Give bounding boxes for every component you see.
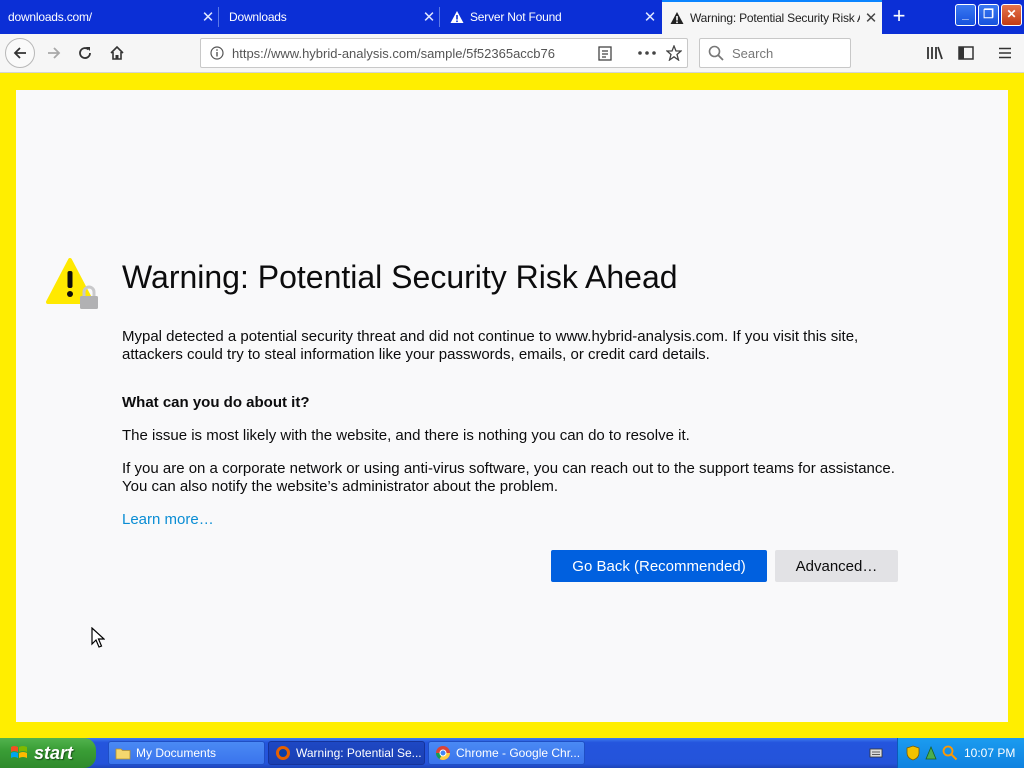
close-tab-icon[interactable]: ✕: [418, 8, 440, 26]
info-icon[interactable]: [210, 46, 224, 60]
task-label: Warning: Potential Se...: [296, 746, 422, 760]
taskbar-item-chrome[interactable]: Chrome - Google Chr...: [428, 741, 585, 765]
menu-button[interactable]: [991, 39, 1019, 67]
error-page: Warning: Potential Security Risk Ahead M…: [16, 90, 1008, 722]
reader-view-icon[interactable]: [598, 46, 612, 61]
tab-security-warning[interactable]: Warning: Potential Security Risk A ✕: [662, 0, 882, 34]
advanced-button[interactable]: Advanced…: [775, 550, 898, 582]
tab-separator: [439, 7, 440, 27]
task-label: My Documents: [136, 746, 217, 760]
warning-description: Mypal detected a potential security thre…: [122, 328, 859, 363]
network-icon[interactable]: [924, 745, 938, 761]
learn-more-link[interactable]: Learn more…: [122, 511, 214, 528]
sidebar-icon: [958, 46, 974, 60]
library-button[interactable]: [921, 39, 949, 67]
navigation-toolbar: https://www.hybrid-analysis.com/sample/5…: [0, 34, 1024, 73]
warning-icon: [670, 12, 684, 24]
reload-button[interactable]: [71, 39, 99, 67]
mouse-pointer-icon: [91, 627, 105, 648]
warning-lock-icon: [46, 258, 98, 309]
go-back-button[interactable]: Go Back (Recommended): [551, 550, 767, 582]
page-title: Warning: Potential Security Risk Ahead: [122, 259, 678, 295]
new-tab-button[interactable]: +: [886, 4, 912, 30]
tab-strip: downloads.com/ ✕ Downloads ✕ Server Not …: [0, 0, 1024, 34]
forward-button[interactable]: [40, 39, 68, 67]
url-bar[interactable]: https://www.hybrid-analysis.com/sample/5…: [200, 38, 688, 68]
maximize-button[interactable]: ❐: [978, 4, 999, 26]
close-window-button[interactable]: ✕: [1001, 4, 1022, 26]
security-shield-icon[interactable]: [906, 745, 920, 761]
close-tab-icon[interactable]: ✕: [639, 8, 661, 26]
page-actions-icon[interactable]: [638, 51, 656, 55]
sidebar-toggle-button[interactable]: [952, 39, 980, 67]
tab-downloads-com[interactable]: downloads.com/ ✕: [0, 2, 219, 32]
hamburger-menu-icon: [999, 47, 1011, 59]
search-icon: [708, 45, 724, 61]
search-tray-icon[interactable]: [942, 745, 958, 761]
close-tab-icon[interactable]: ✕: [197, 8, 219, 26]
reload-icon: [79, 47, 91, 59]
warning-icon: [450, 11, 464, 23]
back-arrow-icon: [13, 47, 26, 59]
folder-icon: [115, 748, 131, 760]
firefox-icon: [276, 746, 290, 760]
close-tab-icon[interactable]: ✕: [860, 9, 882, 27]
home-button[interactable]: [103, 39, 131, 67]
library-icon: [927, 46, 943, 60]
taskbar: start My Documents Warning: Potential Se…: [0, 738, 1024, 768]
windows-logo-icon: [11, 746, 27, 758]
forward-arrow-icon: [48, 47, 61, 59]
what-can-you-do-heading: What can you do about it?: [122, 394, 310, 411]
issue-explanation: The issue is most likely with the websit…: [122, 427, 690, 444]
start-button[interactable]: start: [0, 738, 96, 768]
start-label: start: [34, 742, 74, 763]
tab-separator: [218, 7, 219, 27]
tab-title: Downloads: [229, 10, 287, 24]
minimize-button[interactable]: _: [955, 4, 976, 26]
system-tray: 10:07 PM: [897, 738, 1024, 768]
task-label: Chrome - Google Chr...: [456, 746, 581, 760]
corporate-network-advice: If you are on a corporate network or usi…: [122, 460, 895, 495]
bookmark-star-icon[interactable]: [666, 45, 682, 61]
home-icon: [110, 45, 124, 60]
tab-title: Server Not Found: [470, 10, 562, 24]
search-input[interactable]: Search: [699, 38, 851, 68]
tab-title: Warning: Potential Security Risk A: [690, 11, 860, 25]
search-placeholder: Search: [732, 46, 774, 61]
tab-downloads[interactable]: Downloads ✕: [221, 2, 440, 32]
tab-title: downloads.com/: [8, 10, 92, 24]
back-button[interactable]: [5, 38, 35, 68]
taskbar-item-my-documents[interactable]: My Documents: [108, 741, 265, 765]
page-highlight-frame: Warning: Potential Security Risk Ahead M…: [0, 73, 1024, 738]
keyboard-icon[interactable]: [869, 747, 883, 759]
tab-server-not-found[interactable]: Server Not Found ✕: [442, 2, 661, 32]
url-text: https://www.hybrid-analysis.com/sample/5…: [232, 46, 555, 61]
taskbar-item-mypal[interactable]: Warning: Potential Se...: [268, 741, 425, 765]
chrome-icon: [436, 746, 450, 760]
clock: 10:07 PM: [964, 746, 1016, 760]
